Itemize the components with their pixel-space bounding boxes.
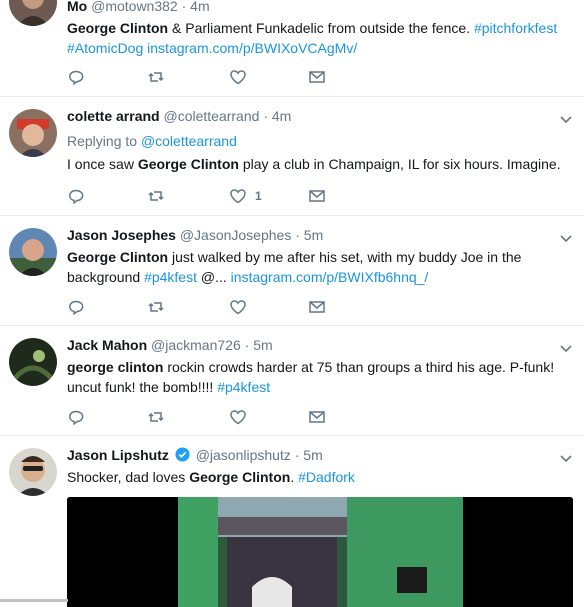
url-link[interactable]: instagram.com/p/BWIXoVCAgMv/ — [147, 40, 357, 56]
keyword: George Clinton — [67, 20, 169, 36]
envelope-icon — [309, 301, 325, 313]
user-handle[interactable]: @jackman726 — [151, 337, 241, 353]
heart-icon — [230, 189, 246, 204]
replying-handle-link[interactable]: @colettearrand — [141, 133, 237, 149]
tweet-actions — [67, 298, 347, 316]
reply-button[interactable] — [67, 187, 85, 205]
retweet-icon — [148, 412, 164, 422]
tweet-text: Shocker, dad loves George Clinton. #Dadf… — [67, 467, 572, 487]
reply-icon — [69, 410, 84, 426]
user-handle[interactable]: @jasonlipshutz — [196, 447, 291, 463]
tweet-colette[interactable]: colette arrand @colettearrand · 4m Reply… — [0, 97, 584, 216]
keyword: george clinton — [67, 359, 164, 375]
display-name[interactable]: Jack Mahon — [67, 337, 147, 353]
display-name[interactable]: Jason Lipshutz — [67, 447, 169, 463]
url-link[interactable]: instagram.com/p/BWIXfb6hnq_/ — [231, 269, 429, 285]
user-handle[interactable]: @JasonJosephes — [180, 227, 292, 243]
tweet-actions — [67, 408, 347, 426]
envelope-icon — [309, 190, 325, 202]
hashtag-link[interactable]: #p4kfest — [217, 379, 270, 395]
timestamp[interactable]: 5m — [303, 447, 322, 463]
text-segment: . — [290, 469, 299, 485]
tweet-actions — [67, 68, 347, 86]
reply-button[interactable] — [67, 408, 85, 426]
timestamp[interactable]: 5m — [253, 337, 272, 353]
retweet-icon — [148, 191, 164, 201]
text-segment: @... — [197, 269, 231, 285]
reply-icon — [69, 70, 84, 86]
retweet-button[interactable] — [147, 298, 165, 316]
tweet-text: I once saw George Clinton play a club in… — [67, 154, 572, 174]
avatar[interactable] — [9, 448, 57, 496]
display-name[interactable]: Jason Josephes — [67, 227, 176, 243]
hashtag-link[interactable]: #Dadfork — [298, 469, 355, 485]
separator-dot: · — [244, 337, 250, 353]
reply-icon — [69, 189, 84, 205]
tweet-text: George Clinton just walked by me after h… — [67, 247, 572, 287]
retweet-icon — [148, 302, 164, 312]
user-handle[interactable]: @colettearrand — [163, 108, 259, 124]
verified-badge-icon — [175, 447, 190, 462]
avatar[interactable] — [9, 109, 57, 157]
retweet-icon — [148, 72, 164, 82]
text-segment: & Parliament Funkadelic from outside the… — [168, 20, 474, 36]
like-button[interactable]: 1 — [229, 187, 262, 205]
envelope-icon — [309, 71, 325, 83]
like-count: 1 — [255, 189, 262, 203]
retweet-button[interactable] — [147, 68, 165, 86]
separator-dot: · — [263, 108, 268, 124]
tweet-jason-josephes[interactable]: Jason Josephes @JasonJosephes · 5m Georg… — [0, 216, 584, 326]
avatar[interactable] — [9, 0, 57, 26]
like-button[interactable] — [229, 68, 255, 86]
timestamp[interactable]: 4m — [272, 108, 291, 124]
tweet-actions: 1 — [67, 187, 347, 205]
hashtag-link[interactable]: #p4kfest — [144, 269, 197, 285]
avatar[interactable] — [9, 338, 57, 386]
keyword: George Clinton — [137, 156, 239, 172]
reply-button[interactable] — [67, 298, 85, 316]
hashtag-link[interactable]: #AtomicDog — [67, 40, 143, 56]
retweet-button[interactable] — [147, 187, 165, 205]
video-frame-image — [67, 497, 573, 607]
timestamp[interactable]: 5m — [304, 227, 323, 243]
reply-button[interactable] — [67, 68, 85, 86]
like-button[interactable] — [229, 298, 255, 316]
avatar[interactable] — [9, 228, 57, 276]
chevron-down-icon[interactable] — [560, 234, 572, 244]
replying-to: Replying to @colettearrand — [67, 131, 572, 151]
replying-label: Replying to — [67, 133, 138, 149]
video-thumbnail[interactable] — [67, 497, 573, 607]
separator-dot: · — [294, 447, 300, 463]
text-segment: I once saw — [67, 156, 138, 172]
tweet-text: george clinton rockin crowds harder at 7… — [67, 357, 572, 397]
dm-button[interactable] — [308, 68, 326, 86]
text-segment: Shocker, dad loves — [67, 469, 190, 485]
envelope-icon — [309, 411, 325, 423]
tweet-text: George Clinton & Parliament Funkadelic f… — [67, 18, 572, 58]
display-name[interactable]: colette arrand — [67, 108, 160, 124]
dm-button[interactable] — [308, 187, 326, 205]
text-segment: play a club in Champaign, IL for six hou… — [238, 156, 561, 172]
timestamp[interactable]: 4m — [190, 0, 209, 14]
chevron-down-icon[interactable] — [560, 115, 572, 125]
chevron-down-icon[interactable] — [560, 454, 572, 464]
like-button[interactable] — [229, 408, 255, 426]
heart-icon — [230, 410, 246, 425]
heart-icon — [230, 70, 246, 85]
dm-button[interactable] — [308, 298, 326, 316]
reply-icon — [69, 300, 84, 316]
hashtag-link[interactable]: #pitchforkfest — [474, 20, 557, 36]
separator-dot: · — [295, 227, 300, 243]
retweet-button[interactable] — [147, 408, 165, 426]
user-handle[interactable]: @motown382 — [91, 0, 178, 14]
keyword: George Clinton — [67, 249, 169, 265]
heart-icon — [230, 300, 246, 315]
tweet-jack-mahon[interactable]: Jack Mahon @jackman726 · 5m george clint… — [0, 326, 584, 436]
display-name[interactable]: Mo — [67, 0, 87, 14]
chevron-down-icon[interactable] — [560, 344, 572, 354]
dm-button[interactable] — [308, 408, 326, 426]
tweet-mo[interactable]: Mo @motown382 · 4m George Clinton & Parl… — [0, 0, 584, 97]
separator-dot: · — [181, 0, 187, 14]
keyword: George Clinton — [189, 469, 291, 485]
